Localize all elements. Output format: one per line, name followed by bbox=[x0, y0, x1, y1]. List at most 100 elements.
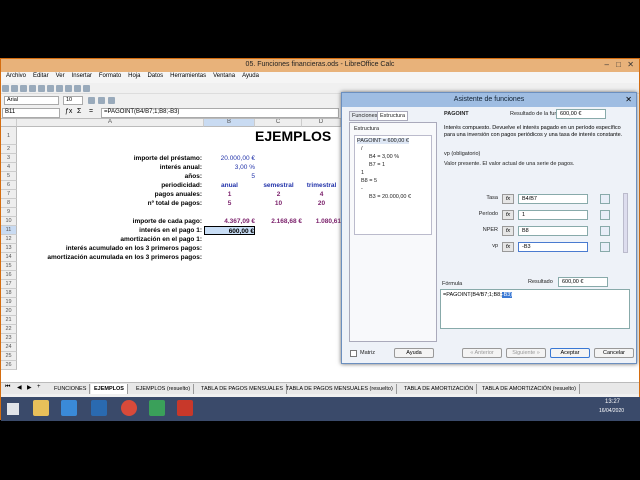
file-explorer-icon[interactable] bbox=[33, 400, 49, 416]
next-sheet-icon[interactable]: ▶ bbox=[27, 384, 32, 391]
add-sheet-icon[interactable]: + bbox=[37, 384, 41, 390]
matrix-checkbox[interactable] bbox=[350, 350, 357, 357]
cell-c8[interactable]: 10 bbox=[255, 199, 302, 208]
bold-icon[interactable] bbox=[88, 97, 95, 104]
back-button[interactable]: « Anterior bbox=[462, 348, 502, 358]
cell-d10[interactable]: 1.080,61 bbox=[302, 217, 341, 226]
cell-b3[interactable]: 20.000,00 € bbox=[204, 154, 255, 163]
formula-input[interactable]: =PAGOINT(B4/B7;1;B8;-B3) bbox=[101, 108, 339, 118]
copy-icon[interactable] bbox=[47, 85, 54, 92]
cell-c7[interactable]: 2 bbox=[255, 190, 302, 199]
dialog-close-icon[interactable]: ✕ bbox=[625, 95, 632, 104]
row-header[interactable]: 1 bbox=[1, 127, 17, 145]
windows-start-icon[interactable] bbox=[7, 403, 19, 415]
open-icon[interactable] bbox=[11, 85, 18, 92]
font-name-box[interactable]: Arial bbox=[4, 96, 59, 105]
arg-input-nper[interactable]: B8 bbox=[518, 226, 588, 236]
row-header[interactable]: 25 bbox=[1, 352, 17, 361]
tree-node-b3[interactable]: B3 = 20.000,00 € bbox=[369, 194, 411, 200]
recorder-icon[interactable] bbox=[177, 400, 193, 416]
row-header[interactable]: 14 bbox=[1, 253, 17, 262]
sum-icon[interactable]: Σ bbox=[77, 108, 81, 115]
arg-select-nper-icon[interactable] bbox=[600, 226, 610, 236]
menu-datos[interactable]: Datos bbox=[147, 73, 163, 79]
internet-explorer-icon[interactable] bbox=[61, 400, 77, 416]
sheet-tab-ejemplos-resuelto[interactable]: EJEMPLOS (resuelto) bbox=[133, 384, 195, 394]
formula-equals-icon[interactable]: = bbox=[89, 108, 93, 115]
next-button[interactable]: Siguiente » bbox=[506, 348, 546, 358]
menu-archivo[interactable]: Archivo bbox=[6, 73, 26, 79]
sheet-tab-tabla-pagos-resuelto[interactable]: TABLA DE PAGOS MENSUALES (resuelto) bbox=[283, 384, 397, 394]
menu-insertar[interactable]: Insertar bbox=[72, 73, 92, 79]
row-header[interactable]: 5 bbox=[1, 172, 17, 181]
font-size-box[interactable]: 10 bbox=[63, 96, 83, 105]
tree-node-period[interactable]: 1 bbox=[361, 170, 364, 176]
arg-fx-tasa-icon[interactable]: fx bbox=[502, 194, 514, 204]
chart-icon[interactable] bbox=[83, 85, 90, 92]
row-header[interactable]: 10 bbox=[1, 217, 17, 226]
print-icon[interactable] bbox=[29, 85, 36, 92]
row-header[interactable]: 20 bbox=[1, 307, 17, 316]
arg-select-tasa-icon[interactable] bbox=[600, 194, 610, 204]
row-header[interactable]: 18 bbox=[1, 289, 17, 298]
column-header-a[interactable]: A bbox=[17, 119, 204, 127]
accept-button[interactable]: Aceptar bbox=[550, 348, 590, 358]
cell-c6[interactable]: semestral bbox=[255, 181, 302, 190]
underline-icon[interactable] bbox=[108, 97, 115, 104]
minimize-icon[interactable]: – bbox=[605, 60, 609, 69]
row-header[interactable]: 9 bbox=[1, 208, 17, 217]
tree-node-b4[interactable]: B4 = 3,00 % bbox=[369, 154, 399, 160]
menu-editar[interactable]: Editar bbox=[33, 73, 49, 79]
cut-icon[interactable] bbox=[38, 85, 45, 92]
row-header[interactable]: 8 bbox=[1, 199, 17, 208]
formula-editor[interactable]: =PAGOINT(B4/B7;1;B8;-B3) bbox=[440, 289, 630, 329]
cell-d6[interactable]: trimestral bbox=[302, 181, 341, 190]
row-header[interactable]: 17 bbox=[1, 280, 17, 289]
spreadsheet-grid[interactable]: A B C D 1 2 3 4 5 6 7 8 9 10 11 12 13 14… bbox=[1, 119, 341, 381]
arg-fx-periodo-icon[interactable]: fx bbox=[502, 210, 514, 220]
kodi-icon[interactable] bbox=[91, 400, 107, 416]
arg-select-vp-icon[interactable] bbox=[600, 242, 610, 252]
tree-node-root[interactable]: PAGOINT = 600,00 € bbox=[357, 138, 409, 144]
row-header[interactable]: 24 bbox=[1, 343, 17, 352]
column-header-c[interactable]: C bbox=[255, 119, 302, 127]
row-header[interactable]: 13 bbox=[1, 244, 17, 253]
arg-fx-vp-icon[interactable]: fx bbox=[502, 242, 514, 252]
undo-icon[interactable] bbox=[65, 85, 72, 92]
prev-sheet-icon[interactable]: ◀ bbox=[17, 384, 22, 391]
chrome-icon[interactable] bbox=[121, 400, 137, 416]
row-header[interactable]: 26 bbox=[1, 361, 17, 370]
name-box[interactable]: B11 bbox=[2, 108, 60, 118]
cell-b5[interactable]: 5 bbox=[204, 172, 255, 181]
menu-ver[interactable]: Ver bbox=[56, 73, 65, 79]
tree-node-negate[interactable]: - bbox=[361, 186, 363, 192]
row-header[interactable]: 15 bbox=[1, 262, 17, 271]
structure-tree[interactable]: PAGOINT = 600,00 € / B4 = 3,00 % B7 = 1 … bbox=[354, 135, 432, 235]
tab-funciones[interactable]: Funciones bbox=[349, 111, 381, 121]
tree-node-b8[interactable]: B8 = 5 bbox=[361, 178, 377, 184]
arg-input-vp[interactable]: -B3 bbox=[518, 242, 588, 252]
args-scrollbar[interactable] bbox=[623, 193, 628, 253]
sheet-tab-funciones[interactable]: FUNCIONES bbox=[51, 384, 91, 394]
function-wizard-icon[interactable]: ƒx bbox=[65, 108, 72, 115]
corner-header[interactable] bbox=[1, 119, 17, 127]
row-header[interactable]: 12 bbox=[1, 235, 17, 244]
cell-b7[interactable]: 1 bbox=[204, 190, 255, 199]
cell-d7[interactable]: 4 bbox=[302, 190, 341, 199]
save-icon[interactable] bbox=[20, 85, 27, 92]
row-header[interactable]: 4 bbox=[1, 163, 17, 172]
arg-input-tasa[interactable]: B4/B7 bbox=[518, 194, 588, 204]
cell-b10[interactable]: 4.367,09 € bbox=[204, 217, 255, 226]
close-icon[interactable]: ✕ bbox=[627, 60, 634, 69]
cancel-button[interactable]: Cancelar bbox=[594, 348, 634, 358]
arg-fx-nper-icon[interactable]: fx bbox=[502, 226, 514, 236]
row-header[interactable]: 22 bbox=[1, 325, 17, 334]
row-header[interactable]: 2 bbox=[1, 145, 17, 154]
menu-formato[interactable]: Formato bbox=[99, 73, 121, 79]
cell-b6[interactable]: anual bbox=[204, 181, 255, 190]
sheet-tab-tabla-amortizacion-resuelto[interactable]: TABLA DE AMORTIZACIÓN (resuelto) bbox=[479, 384, 580, 394]
menu-hoja[interactable]: Hoja bbox=[128, 73, 140, 79]
cell-b4[interactable]: 3,00 % bbox=[204, 163, 255, 172]
row-header[interactable]: 23 bbox=[1, 334, 17, 343]
row-header[interactable]: 19 bbox=[1, 298, 17, 307]
